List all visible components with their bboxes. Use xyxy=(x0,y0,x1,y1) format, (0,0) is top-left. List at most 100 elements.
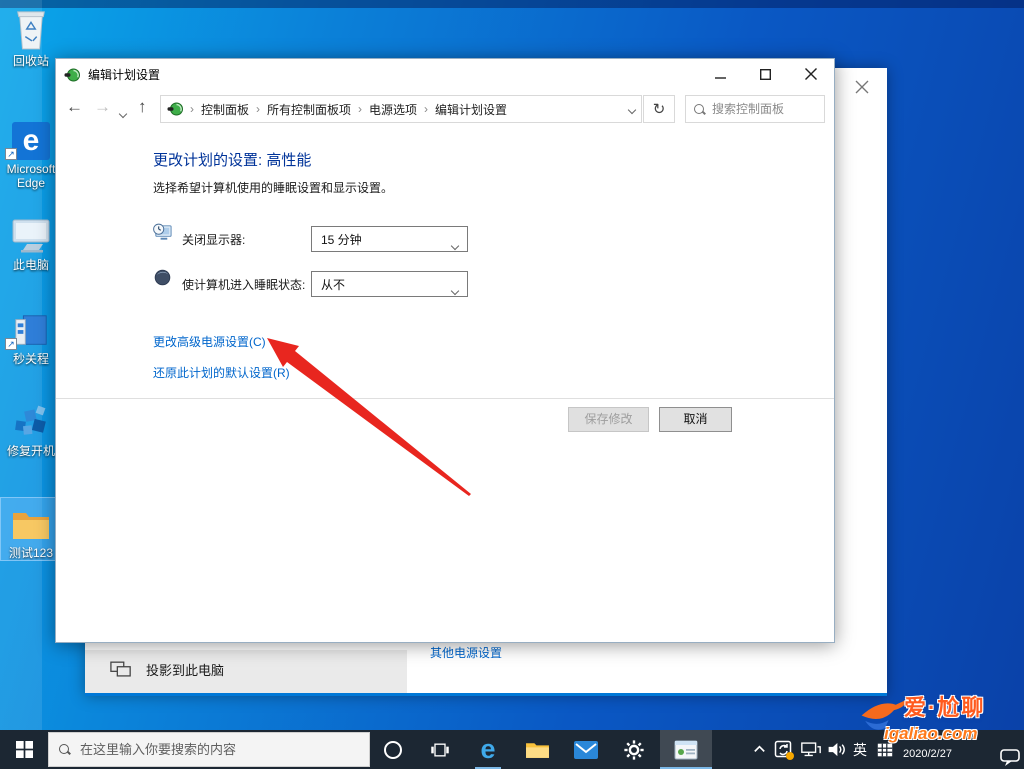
refresh-button[interactable]: ↻ xyxy=(643,95,675,123)
search-icon xyxy=(694,103,705,115)
desktop-icon-label: 回收站 xyxy=(12,54,49,68)
tray-language-indicator[interactable]: 英 xyxy=(849,730,871,769)
desktop-icon-shortcut-app[interactable]: ↗ 秒关程 xyxy=(1,304,61,366)
chevron-down-icon xyxy=(450,236,460,254)
tray-update-icon[interactable] xyxy=(772,730,796,769)
close-icon xyxy=(855,80,869,94)
power-options-taskbar-button[interactable] xyxy=(660,730,712,769)
up-button[interactable]: ↑ xyxy=(138,97,147,117)
breadcrumb-item-control-panel[interactable]: 控制面板 xyxy=(201,101,249,118)
recent-pages-chevron[interactable] xyxy=(118,104,128,122)
titlebar[interactable]: 编辑计划设置 xyxy=(56,59,834,91)
sidebar-item-project-to-pc[interactable]: 投影到此电脑 xyxy=(110,660,224,679)
file-explorer-button[interactable] xyxy=(521,730,553,769)
breadcrumb-separator: › xyxy=(256,102,261,116)
app-window-icon: ↗ xyxy=(1,304,61,350)
tray-ime-icon[interactable] xyxy=(872,730,898,769)
power-plan-icon xyxy=(64,67,80,88)
settings-button[interactable] xyxy=(618,730,650,769)
desktop-icon-label: 秒关程 xyxy=(12,352,49,366)
close-button[interactable] xyxy=(788,59,833,89)
edit-plan-window: 编辑计划设置 ← → ↑ › 控制面板 › 所有控制面板项 › 电源选项 › 编… xyxy=(55,58,835,643)
taskbar-search[interactable] xyxy=(48,732,370,767)
taskbar: e 英 2020/2/27 xyxy=(0,730,1024,769)
shortcut-arrow-icon: ↗ xyxy=(5,148,17,160)
desktop-icon-recycle-bin[interactable]: 回收站 xyxy=(1,6,61,68)
display-off-label: 关闭显示器: xyxy=(182,233,246,247)
mail-button[interactable] xyxy=(570,730,602,769)
save-changes-button[interactable]: 保存修改 xyxy=(568,407,649,432)
breadcrumb-item-edit-plan[interactable]: 编辑计划设置 xyxy=(435,101,507,118)
navigation-bar: ← → ↑ › 控制面板 › 所有控制面板项 › 电源选项 › 编辑计划设置 ↻ xyxy=(56,91,834,129)
desktop-icon-edge[interactable]: e ↗ Microsoft Edge xyxy=(1,114,61,190)
desktop-icon-test-folder[interactable]: 测试123 xyxy=(0,497,62,561)
power-plan-icon xyxy=(167,102,183,116)
tray-network-icon[interactable] xyxy=(798,730,824,769)
start-button[interactable] xyxy=(0,730,48,769)
page-subtitle: 选择希望计算机使用的睡眠设置和显示设置。 xyxy=(153,181,394,195)
other-power-settings-link[interactable]: 其他电源设置 xyxy=(430,644,502,661)
watermark-brand: 爱·尬聊 xyxy=(904,695,986,720)
mail-icon xyxy=(574,740,598,759)
breadcrumb-item-power-options[interactable]: 电源选项 xyxy=(369,101,417,118)
recycle-bin-icon xyxy=(1,6,61,52)
edge-icon: e ↗ xyxy=(1,114,61,160)
taskbar-edge-button[interactable]: e xyxy=(472,730,504,769)
desktop-icon-this-pc[interactable]: 此电脑 xyxy=(1,210,61,272)
tray-chevron-button[interactable] xyxy=(748,730,770,769)
windows-logo-icon xyxy=(15,741,33,758)
footer-divider xyxy=(56,398,834,399)
folder-icon xyxy=(1,498,61,544)
maximize-icon xyxy=(760,68,771,80)
sleep-icon xyxy=(153,268,172,292)
edge-icon: e xyxy=(480,734,496,764)
chevron-down-icon xyxy=(450,281,460,299)
folder-icon xyxy=(525,743,549,758)
desktop-icon-repair-tool[interactable]: 修复开机 xyxy=(1,396,61,458)
advanced-power-settings-link[interactable]: 更改高级电源设置(C) xyxy=(153,333,266,350)
task-view-button[interactable] xyxy=(426,730,454,769)
chevron-up-icon xyxy=(753,745,765,752)
search-input[interactable] xyxy=(712,102,816,116)
desktop-icon-label: 测试123 xyxy=(8,546,54,560)
window-title: 编辑计划设置 xyxy=(88,68,161,82)
desktop-icon-label: 此电脑 xyxy=(12,258,49,272)
control-panel-window-icon xyxy=(674,740,698,759)
forward-button[interactable]: → xyxy=(94,97,111,117)
minimize-icon xyxy=(715,76,726,79)
sleep-select[interactable]: 从不 xyxy=(311,271,468,297)
desktop-icon-label: 修复开机 xyxy=(6,444,55,458)
shortcut-arrow-icon: ↗ xyxy=(5,338,17,350)
task-view-icon xyxy=(431,743,449,756)
restore-defaults-link[interactable]: 还原此计划的默认设置(R) xyxy=(153,364,290,381)
gear-icon xyxy=(624,739,644,760)
desktop-icon-label: Microsoft Edge xyxy=(6,162,56,190)
breadcrumb-separator: › xyxy=(190,102,194,116)
caption-buttons xyxy=(698,59,833,89)
tray-volume-icon[interactable] xyxy=(824,730,848,769)
breadcrumb-item-all-items[interactable]: 所有控制面板项 xyxy=(267,101,351,118)
tray-clock[interactable]: 2020/2/27 xyxy=(903,748,952,760)
breadcrumb[interactable]: › 控制面板 › 所有控制面板项 › 电源选项 › 编辑计划设置 xyxy=(160,95,642,123)
breadcrumb-separator: › xyxy=(358,102,363,116)
cortana-button[interactable] xyxy=(380,730,406,769)
address-dropdown-chevron[interactable] xyxy=(627,100,637,118)
cubes-icon xyxy=(1,396,61,442)
page-title: 更改计划的设置: 高性能 xyxy=(153,152,312,169)
projector-icon xyxy=(110,661,131,677)
desktop: 回收站 e ↗ Microsoft Edge 此电脑 ↗ 秒关程 修复开机 测试… xyxy=(0,0,1024,769)
cancel-button[interactable]: 取消 xyxy=(659,407,732,432)
control-panel-search[interactable] xyxy=(685,95,825,123)
display-off-select[interactable]: 15 分钟 xyxy=(311,226,468,252)
close-icon xyxy=(804,68,817,80)
search-icon xyxy=(59,744,70,755)
this-pc-icon xyxy=(1,210,61,256)
maximize-button[interactable] xyxy=(743,59,788,89)
back-button[interactable]: ← xyxy=(66,97,83,117)
window-accent-border xyxy=(85,693,887,696)
minimize-button[interactable] xyxy=(698,59,743,89)
display-off-icon xyxy=(152,222,173,248)
cortana-icon xyxy=(384,740,402,759)
settings-close-button[interactable] xyxy=(851,76,873,98)
taskbar-search-input[interactable] xyxy=(80,742,359,757)
